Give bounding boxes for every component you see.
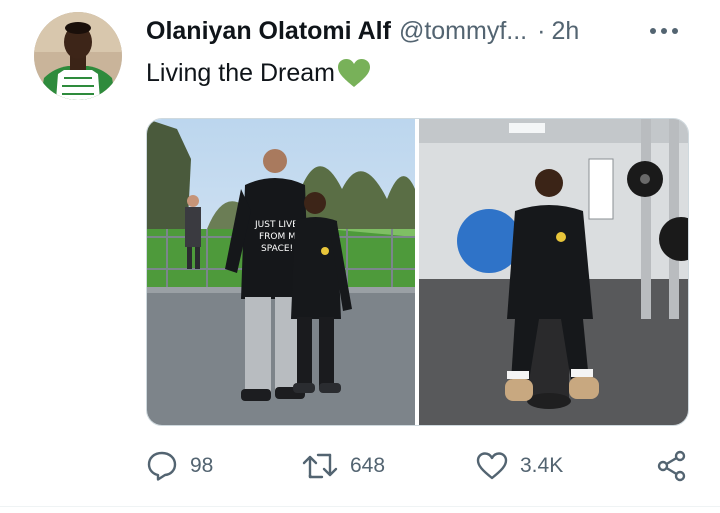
author-handle[interactable]: @tommyf...	[399, 17, 527, 46]
retweet-icon	[302, 453, 338, 479]
retweet-count: 648	[350, 454, 386, 477]
tweet-divider	[0, 506, 720, 507]
photo-gym-image	[419, 119, 688, 425]
like-button[interactable]: 3.4K	[476, 446, 563, 486]
more-options-button[interactable]	[644, 18, 684, 44]
tweet-media-grid[interactable]: JUST LIVE FROM MAD SPACE!	[146, 118, 689, 426]
green-heart-icon	[337, 59, 370, 87]
media-photo-2[interactable]	[419, 119, 688, 425]
photo-outdoor-image: JUST LIVE FROM MAD SPACE!	[147, 119, 415, 425]
like-count: 3.4K	[520, 454, 564, 477]
retweet-button[interactable]: 648	[302, 446, 385, 486]
tweet-text-row: Living the Dream	[146, 58, 371, 88]
reply-count: 98	[190, 454, 214, 477]
author-avatar[interactable]	[34, 12, 122, 100]
tweet-text: Living the Dream	[146, 58, 335, 87]
heart-outline-icon	[476, 452, 508, 480]
header-separator: ·	[537, 16, 546, 45]
share-icon	[657, 450, 686, 482]
tweet-action-bar: 98 648 3.4K	[146, 446, 692, 486]
avatar-image	[34, 12, 122, 100]
share-button[interactable]	[656, 446, 688, 486]
author-name[interactable]: Olaniyan Olatomi Alf	[146, 17, 391, 46]
reply-icon	[147, 451, 177, 481]
svg-text:SPACE!: SPACE!	[261, 244, 293, 254]
reply-button[interactable]: 98	[146, 446, 213, 486]
media-photo-1[interactable]: JUST LIVE FROM MAD SPACE!	[147, 119, 415, 425]
more-horizontal-icon	[650, 28, 678, 34]
tweet-timestamp[interactable]: 2h	[551, 17, 579, 46]
tweet-header: Olaniyan Olatomi Alf @tommyf... · 2h	[146, 14, 696, 48]
svg-text:JUST LIVE: JUST LIVE	[254, 220, 298, 230]
